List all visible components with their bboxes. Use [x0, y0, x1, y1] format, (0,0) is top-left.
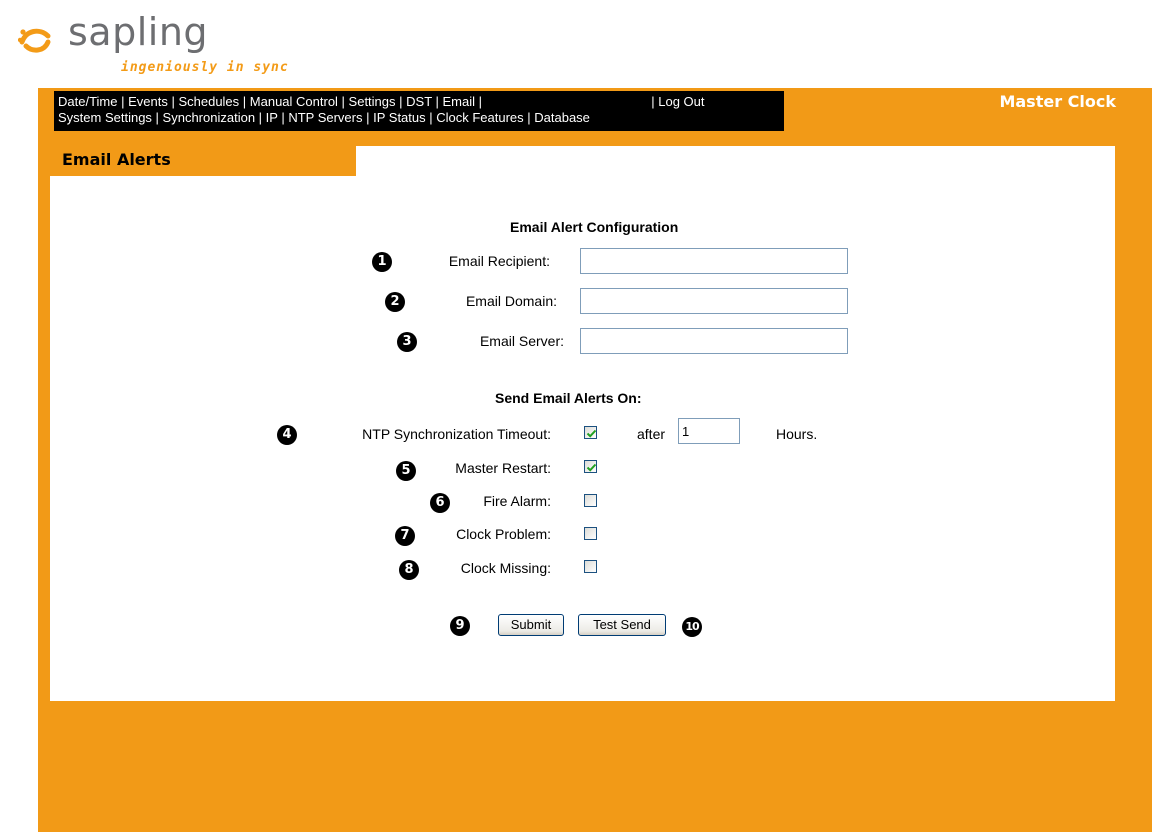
main-nav: Date/Time | Events | Schedules | Manual …: [54, 91, 784, 131]
nav-separator: |: [362, 110, 374, 125]
email-server-label: Email Server:: [479, 333, 564, 349]
nav-separator: |: [395, 94, 407, 109]
callout-badge-6: 6: [430, 493, 450, 513]
checkmark-icon: [586, 429, 597, 438]
test-send-button[interactable]: Test Send: [578, 614, 666, 636]
nav-database[interactable]: Database: [534, 110, 590, 125]
nav-events[interactable]: Events: [128, 94, 168, 109]
nav-row-1: Date/Time | Events | Schedules | Manual …: [58, 94, 784, 110]
nav-separator: |: [117, 94, 129, 109]
nav-separator: |: [425, 110, 437, 125]
alerts-heading: Send Email Alerts On:: [495, 390, 642, 406]
nav-manual-control[interactable]: Manual Control: [250, 94, 338, 109]
nav-datetime[interactable]: Date/Time: [58, 94, 117, 109]
email-domain-input[interactable]: [580, 288, 848, 314]
callout-badge-5: 5: [396, 461, 416, 481]
nav-separator: |: [647, 94, 659, 109]
email-domain-label: Email Domain:: [465, 293, 557, 309]
nav-separator: |: [337, 94, 349, 109]
nav-separator: |: [523, 110, 535, 125]
clock-missing-label: Clock Missing:: [460, 560, 551, 576]
redacted-block: [485, 95, 648, 110]
sapling-logo-icon: [18, 28, 51, 53]
nav-schedules[interactable]: Schedules: [178, 94, 239, 109]
checkmark-icon: [586, 463, 597, 472]
nav-ntp-servers[interactable]: NTP Servers: [288, 110, 362, 125]
app-title: Master Clock: [999, 92, 1116, 111]
nav-separator: |: [277, 110, 289, 125]
after-label: after: [637, 426, 666, 442]
nav-clock-features[interactable]: Clock Features: [436, 110, 523, 125]
master-restart-label: Master Restart:: [455, 460, 551, 476]
submit-button[interactable]: Submit: [498, 614, 564, 636]
email-server-input[interactable]: [580, 328, 848, 354]
callout-badge-10: 10: [682, 617, 702, 637]
nav-separator: |: [475, 94, 486, 109]
nav-dst[interactable]: DST: [406, 94, 432, 109]
hours-label: Hours.: [776, 426, 818, 442]
nav-separator: |: [151, 110, 163, 125]
callout-badge-7: 7: [395, 526, 415, 546]
email-recipient-input[interactable]: [580, 248, 848, 274]
ntp-timeout-label: NTP Synchronization Timeout:: [362, 426, 551, 442]
brand-name: sapling: [68, 10, 209, 54]
nav-separator: |: [431, 94, 443, 109]
callout-badge-3: 3: [397, 332, 417, 352]
callout-badge-8: 8: [399, 560, 419, 580]
callout-badge-1: 1: [372, 252, 392, 272]
master-restart-checkbox[interactable]: [584, 460, 597, 473]
clock-missing-checkbox[interactable]: [584, 560, 597, 573]
nav-logout[interactable]: Log Out: [658, 94, 704, 109]
nav-separator: |: [167, 94, 179, 109]
fire-alarm-checkbox[interactable]: [584, 494, 597, 507]
fire-alarm-label: Fire Alarm:: [483, 493, 551, 509]
nav-settings[interactable]: Settings: [349, 94, 396, 109]
callout-badge-9: 9: [450, 616, 470, 636]
nav-system-settings[interactable]: System Settings: [58, 110, 152, 125]
nav-synchronization[interactable]: Synchronization: [163, 110, 256, 125]
timeout-hours-input[interactable]: [678, 418, 740, 444]
nav-ip-status[interactable]: IP Status: [373, 110, 426, 125]
brand-tagline: ingeniously in sync: [121, 60, 289, 75]
nav-separator: |: [255, 110, 266, 125]
nav-ip[interactable]: IP: [266, 110, 278, 125]
config-heading: Email Alert Configuration: [510, 219, 679, 235]
nav-email[interactable]: Email: [443, 94, 476, 109]
nav-separator: |: [239, 94, 250, 109]
clock-problem-label: Clock Problem:: [456, 526, 551, 542]
callout-badge-4: 4: [277, 425, 297, 445]
nav-row-2: System Settings | Synchronization | IP |…: [58, 110, 784, 126]
sapling-logo: sapling ingeniously in sync: [12, 4, 312, 78]
email-recipient-label: Email Recipient:: [448, 253, 550, 269]
ntp-timeout-checkbox[interactable]: [584, 426, 597, 439]
clock-problem-checkbox[interactable]: [584, 527, 597, 540]
section-title: Email Alerts: [62, 150, 171, 169]
